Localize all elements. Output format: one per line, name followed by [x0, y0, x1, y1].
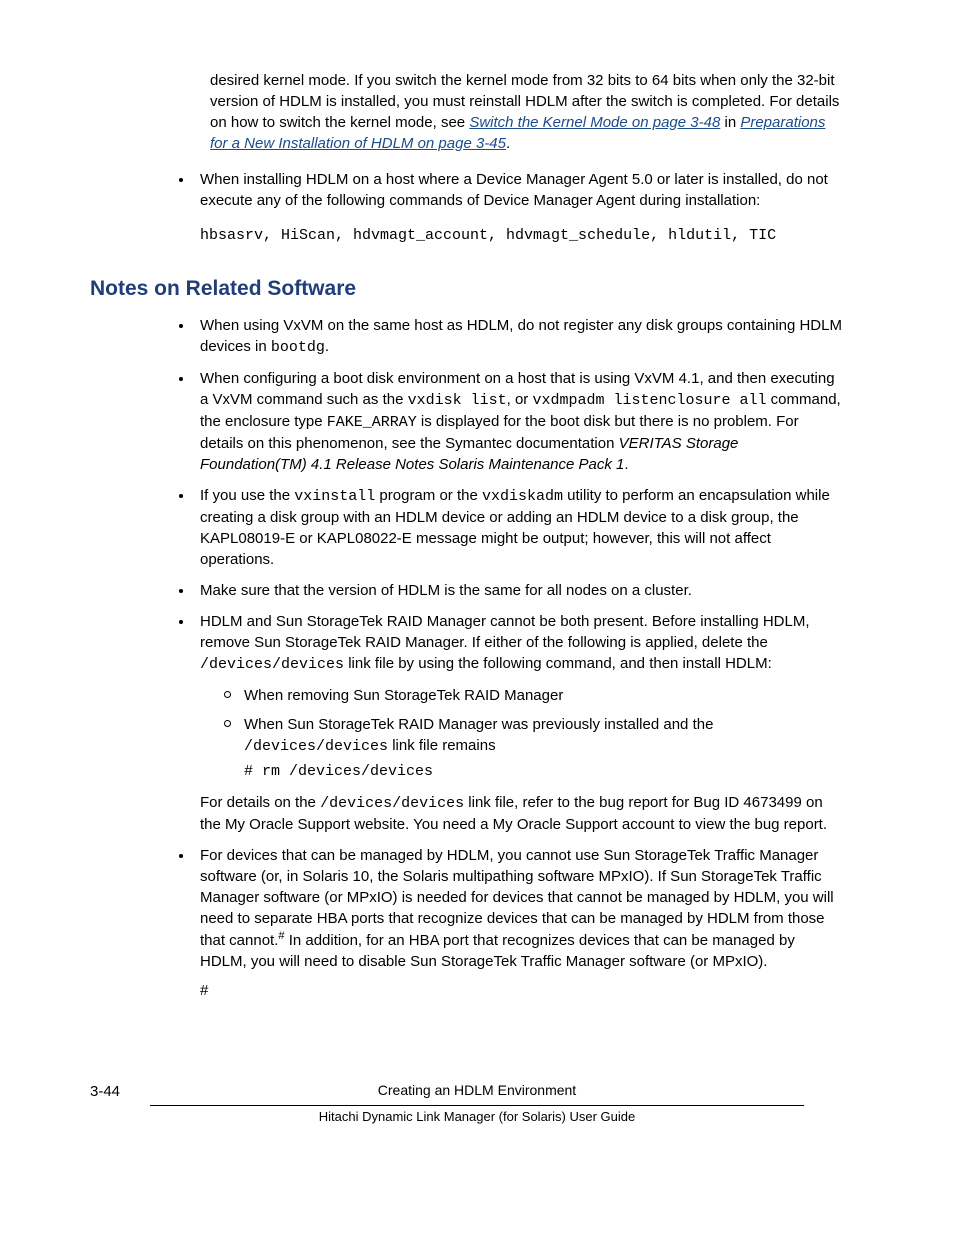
text: .: [506, 135, 510, 152]
text: When removing Sun StorageTek RAID Manage…: [244, 687, 563, 704]
intro-paragraph: desired kernel mode. If you switch the k…: [210, 70, 844, 154]
code: bootdg: [271, 339, 325, 356]
paragraph: For details on the /devices/devices link…: [200, 792, 844, 835]
footer-row: 3-44 Creating an HDLM Environment: [90, 1081, 864, 1101]
code: /devices/devices: [320, 795, 464, 812]
page-number: 3-44: [90, 1081, 120, 1102]
text: In addition, for an HBA port that recogn…: [200, 932, 795, 970]
code: vxdisk list: [408, 392, 507, 409]
notes-list: When using VxVM on the same host as HDLM…: [194, 315, 844, 1001]
text: .: [624, 456, 628, 473]
list-item: Make sure that the version of HDLM is th…: [194, 580, 844, 601]
list-item: HDLM and Sun StorageTek RAID Manager can…: [194, 611, 844, 835]
text: Make sure that the version of HDLM is th…: [200, 582, 692, 599]
list-item: For devices that can be managed by HDLM,…: [194, 845, 844, 1001]
text: in: [720, 114, 740, 131]
list-item: When configuring a boot disk environment…: [194, 368, 844, 475]
top-bullet-list: When installing HDLM on a host where a D…: [194, 169, 844, 246]
code-commands: hbsasrv, HiScan, hdvmagt_account, hdvmag…: [200, 225, 844, 246]
footer-subtitle: Hitachi Dynamic Link Manager (for Solari…: [90, 1108, 864, 1126]
text: program or the: [375, 487, 482, 504]
list-item: When using VxVM on the same host as HDLM…: [194, 315, 844, 358]
code: vxinstall: [294, 488, 375, 505]
list-item: If you use the vxinstall program or the …: [194, 485, 844, 570]
link-switch-kernel[interactable]: Switch the Kernel Mode on page 3-48: [469, 114, 720, 131]
code: vxdmpadm listenclosure all: [532, 392, 766, 409]
page-footer: 3-44 Creating an HDLM Environment Hitach…: [90, 1081, 864, 1126]
page-content: desired kernel mode. If you switch the k…: [210, 70, 844, 246]
sub-list: When removing Sun StorageTek RAID Manage…: [200, 685, 844, 782]
notes-content: When using VxVM on the same host as HDLM…: [210, 315, 844, 1001]
text: When Sun StorageTek RAID Manager was pre…: [244, 716, 713, 733]
text: When installing HDLM on a host where a D…: [200, 171, 828, 209]
list-item: When installing HDLM on a host where a D…: [194, 169, 844, 246]
code: vxdiskadm: [482, 488, 563, 505]
list-item: When removing Sun StorageTek RAID Manage…: [224, 685, 844, 706]
text: For details on the: [200, 794, 320, 811]
text: .: [325, 338, 329, 355]
text: If you use the: [200, 487, 294, 504]
code: /devices/devices: [244, 738, 388, 755]
command: # rm /devices/devices: [244, 761, 844, 782]
code: FAKE_ARRAY: [327, 414, 417, 431]
footer-title: Creating an HDLM Environment: [378, 1082, 576, 1098]
text: HDLM and Sun StorageTek RAID Manager can…: [200, 613, 810, 651]
code: /devices/devices: [200, 656, 344, 673]
list-item: When Sun StorageTek RAID Manager was pre…: [224, 714, 844, 782]
footer-divider: [150, 1105, 804, 1106]
text: , or: [507, 391, 533, 408]
text: link file by using the following command…: [344, 655, 772, 672]
text: link file remains: [388, 737, 496, 754]
section-heading-notes: Notes on Related Software: [90, 274, 864, 303]
footnote-marker: #: [200, 980, 844, 1001]
